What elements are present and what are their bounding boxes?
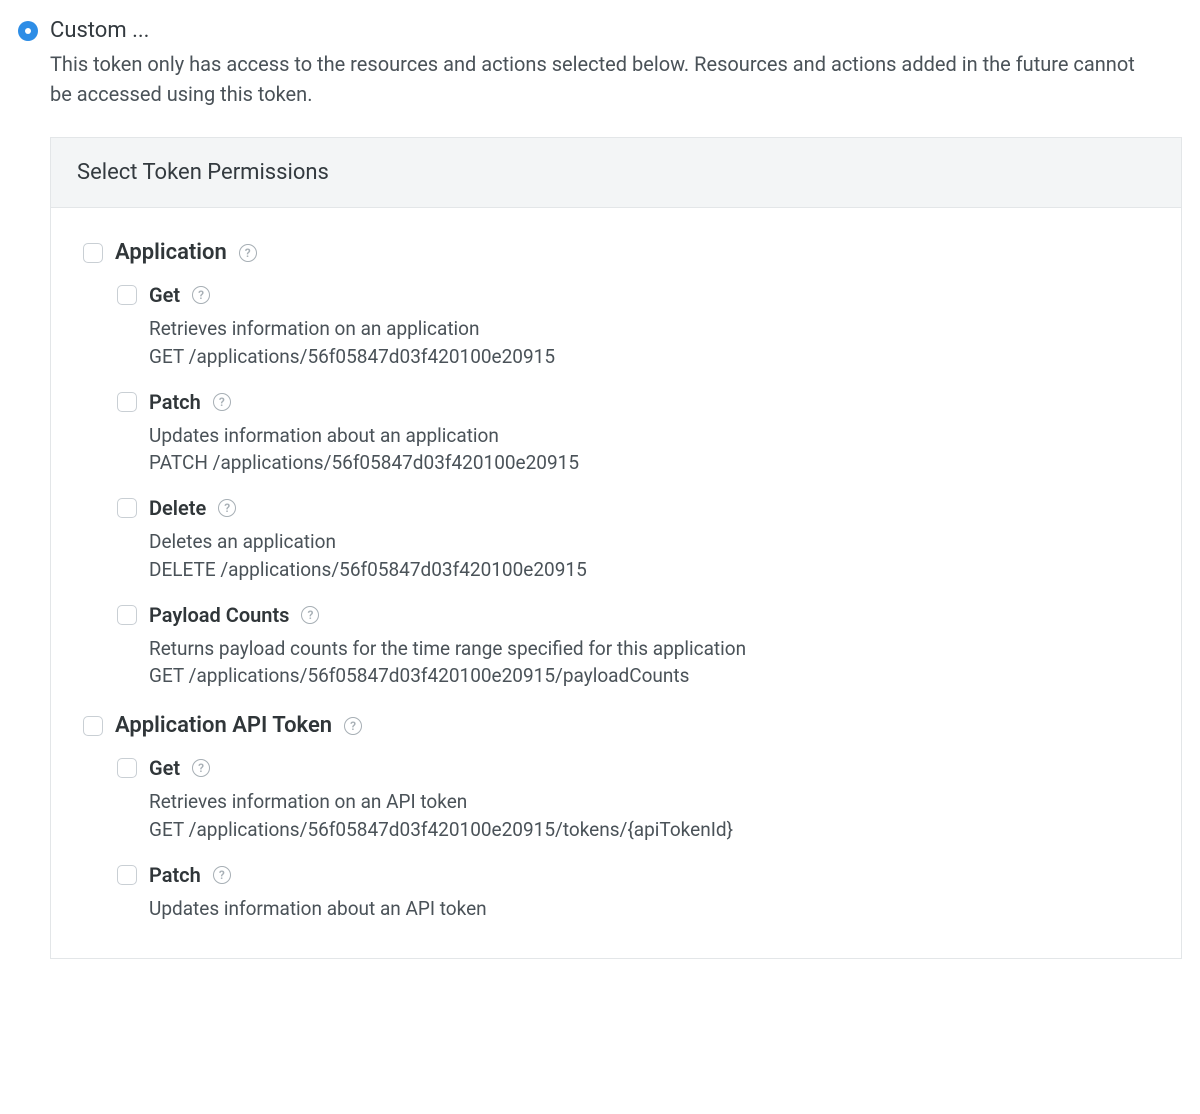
permission-group-application-api-token: Application API Token ? Get ? Retrieves … <box>83 713 1149 922</box>
permission-title[interactable]: Delete <box>149 496 206 520</box>
help-icon[interactable]: ? <box>192 286 210 304</box>
permission-group-application: Application ? Get ? Retrieves informatio… <box>83 240 1149 687</box>
permission-header: Payload Counts ? <box>117 603 1149 627</box>
permission-endpoint: PATCH /applications/56f05847d03f420100e2… <box>149 451 1149 474</box>
token-scope-radio-row: Custom ... <box>18 18 1182 43</box>
permission-group-title[interactable]: Application <box>115 240 227 265</box>
permission-description: Returns payload counts for the time rang… <box>149 635 1149 663</box>
permission-application-get: Get ? Retrieves information on an applic… <box>117 283 1149 368</box>
permission-application-delete: Delete ? Deletes an application DELETE /… <box>117 496 1149 581</box>
permission-group-title[interactable]: Application API Token <box>115 713 332 738</box>
permission-title[interactable]: Payload Counts <box>149 603 289 627</box>
permission-description: Updates information about an application <box>149 422 1149 450</box>
permission-description: Updates information about an API token <box>149 895 1149 923</box>
permission-header: Get ? <box>117 283 1149 307</box>
permission-title[interactable]: Get <box>149 283 180 307</box>
permission-api-token-patch: Patch ? Updates information about an API… <box>117 863 1149 923</box>
checkbox-api-token-get[interactable] <box>117 758 137 778</box>
help-icon[interactable]: ? <box>192 759 210 777</box>
permission-description: Retrieves information on an API token <box>149 788 1149 816</box>
permission-header: Patch ? <box>117 863 1149 887</box>
permission-endpoint: GET /applications/56f05847d03f420100e209… <box>149 664 1149 687</box>
permissions-panel: Select Token Permissions Application ? G… <box>50 137 1182 959</box>
help-icon[interactable]: ? <box>218 499 236 517</box>
permission-header: Delete ? <box>117 496 1149 520</box>
radio-label[interactable]: Custom ... <box>50 18 149 43</box>
permission-application-patch: Patch ? Updates information about an app… <box>117 390 1149 475</box>
panel-title: Select Token Permissions <box>77 160 329 185</box>
help-icon[interactable]: ? <box>239 244 257 262</box>
radio-selected-icon[interactable] <box>18 21 38 41</box>
permission-endpoint: DELETE /applications/56f05847d03f420100e… <box>149 558 1149 581</box>
permission-group-header: Application ? <box>83 240 1149 265</box>
help-icon[interactable]: ? <box>213 866 231 884</box>
permissions-panel-header: Select Token Permissions <box>51 138 1181 208</box>
checkbox-application-api-token[interactable] <box>83 716 103 736</box>
checkbox-application-payload-counts[interactable] <box>117 605 137 625</box>
permission-description: Deletes an application <box>149 528 1149 556</box>
checkbox-application-patch[interactable] <box>117 392 137 412</box>
permissions-panel-body: Application ? Get ? Retrieves informatio… <box>51 208 1181 958</box>
permission-api-token-get: Get ? Retrieves information on an API to… <box>117 756 1149 841</box>
checkbox-application[interactable] <box>83 243 103 263</box>
help-icon[interactable]: ? <box>213 393 231 411</box>
help-icon[interactable]: ? <box>344 717 362 735</box>
checkbox-application-delete[interactable] <box>117 498 137 518</box>
permission-title[interactable]: Patch <box>149 390 201 414</box>
permission-description: Retrieves information on an application <box>149 315 1149 343</box>
permission-header: Get ? <box>117 756 1149 780</box>
permission-header: Patch ? <box>117 390 1149 414</box>
help-icon[interactable]: ? <box>301 606 319 624</box>
permission-title[interactable]: Get <box>149 756 180 780</box>
permission-group-header: Application API Token ? <box>83 713 1149 738</box>
permission-application-payload-counts: Payload Counts ? Returns payload counts … <box>117 603 1149 688</box>
checkbox-application-get[interactable] <box>117 285 137 305</box>
permission-endpoint: GET /applications/56f05847d03f420100e209… <box>149 345 1149 368</box>
radio-description: This token only has access to the resour… <box>50 49 1150 109</box>
checkbox-api-token-patch[interactable] <box>117 865 137 885</box>
permission-endpoint: GET /applications/56f05847d03f420100e209… <box>149 818 1149 841</box>
permission-title[interactable]: Patch <box>149 863 201 887</box>
radio-inner-dot <box>25 28 31 34</box>
